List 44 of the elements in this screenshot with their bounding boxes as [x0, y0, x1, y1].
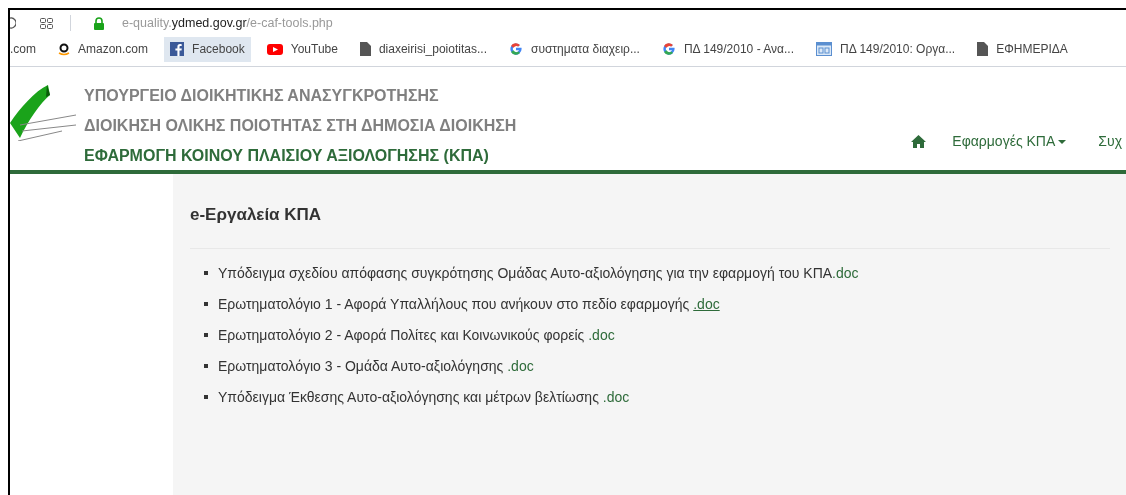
- amazon-icon: [58, 42, 70, 56]
- bookmark[interactable]: YouTube: [260, 36, 344, 62]
- home-icon[interactable]: [911, 135, 927, 148]
- list-item: Ερωτηματολόγιο 3 - Ομάδα Αυτο-αξιολόγησης .doc: [218, 356, 534, 376]
- bookmark[interactable]: diaxeirisi_poiotitas...: [353, 36, 493, 62]
- bullet-icon: [204, 333, 208, 337]
- google-icon: [661, 42, 676, 56]
- bullet-icon: [204, 364, 208, 368]
- page-icon: [816, 42, 833, 56]
- file-icon: [359, 42, 371, 56]
- header-title: ΥΠΟΥΡΓΕΙΟ ΔΙΟΙΚΗΤΙΚΗΣ ΑΝΑΣΥΓΚΡΟΤΗΣΗΣ: [84, 86, 440, 106]
- list-item: Υπόδειγμα Έκθεσης Αυτο-αξιολόγησης και μέτρων βελτίωσης .doc: [218, 387, 630, 407]
- bookmark[interactable]: Amazon.com: [52, 36, 155, 62]
- bullet-icon: [204, 395, 208, 399]
- nav-link[interactable]: Συχ: [1098, 131, 1122, 152]
- page-title: e-Εργαλεία ΚΠΑ: [190, 204, 323, 226]
- apps-icon[interactable]: [40, 17, 53, 29]
- header-title: ΔΙΟΙΚΗΣΗ ΟΛΙΚΗΣ ΠΟΙΟΤΗΤΑΣ ΣΤΗ ΔΗΜΟΣΙΑ ΔΙΟΙΚΗΣΗ: [84, 116, 517, 136]
- lock-icon: [93, 16, 105, 30]
- doc-link[interactable]: .doc: [693, 295, 720, 312]
- doc-link[interactable]: .doc: [602, 388, 630, 405]
- bookmark[interactable]: .com: [10, 36, 42, 62]
- doc-link[interactable]: .doc: [507, 357, 534, 374]
- address-bar[interactable]: e-quality.ydmed.gov.gr/e-caf-tools.php: [122, 13, 333, 33]
- bullet-icon: [204, 302, 208, 306]
- bookmark[interactable]: ΠΔ 149/2010: Οργα...: [810, 36, 962, 62]
- list-item: Ερωτηματολόγιο 2 - Αφορά Πολίτες και Κοινωνικούς φορείς .doc: [218, 325, 615, 345]
- caret-icon: [1058, 139, 1067, 144]
- nav-dropdown[interactable]: Εφαρμογές ΚΠΑ: [952, 131, 1067, 152]
- bookmark[interactable]: ΠΔ 149/2010 - Ανα...: [655, 36, 801, 62]
- bookmark[interactable]: ΕΦΗΜΕΡΙΔΑ: [971, 36, 1074, 62]
- list-item: Υπόδειγμα σχεδίου απόφασης συγκρότησης Ομάδας Αυτο-αξιολόγησης για την εφαρμογή του ΚΠΑ.doc: [218, 263, 859, 283]
- list-item: Ερωτηματολόγιο 1 - Αφορά Υπαλλήλους που ανήκουν στο πεδίο εφαρμογής .doc: [218, 294, 720, 314]
- doc-link[interactable]: .doc: [588, 326, 615, 343]
- quill-logo-icon: [10, 83, 76, 141]
- doc-link[interactable]: .doc: [832, 264, 859, 281]
- youtube-icon: [266, 43, 283, 55]
- file-icon: [977, 42, 989, 56]
- facebook-icon: [170, 42, 185, 56]
- bookmark[interactable]: συστηματα διαχειρ...: [502, 36, 646, 62]
- bullet-icon: [204, 271, 208, 275]
- google-icon: [508, 42, 523, 56]
- app-title: ΕΦΑΡΜΟΓΗ ΚΟΙΝΟΥ ΠΛΑΙΣΙΟΥ ΑΞΙΟΛΟΓΗΣΗΣ (ΚΠΑ): [84, 146, 490, 166]
- bookmark[interactable]: Facebook: [164, 36, 251, 62]
